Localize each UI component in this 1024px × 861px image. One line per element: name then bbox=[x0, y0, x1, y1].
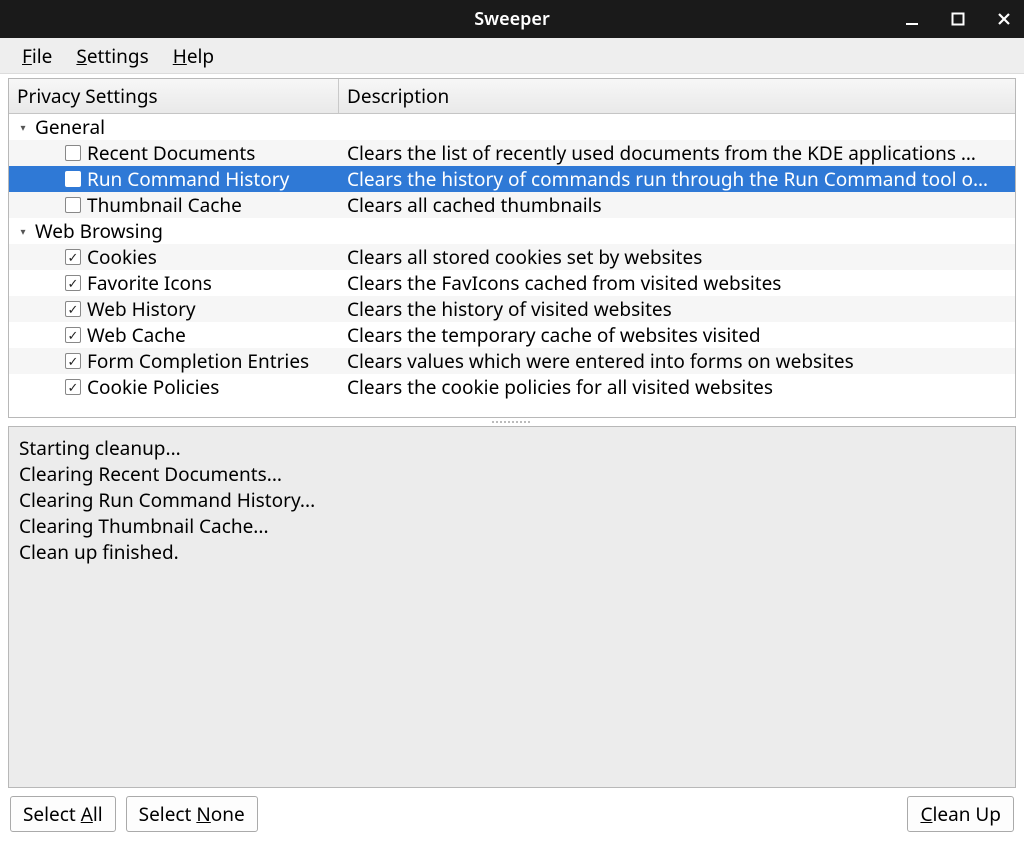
item-label: Web History bbox=[87, 296, 196, 322]
log-line: Clearing Thumbnail Cache... bbox=[19, 513, 1005, 539]
log-line: Clearing Run Command History... bbox=[19, 487, 1005, 513]
select-none-button[interactable]: Select None bbox=[126, 796, 258, 832]
checkbox[interactable] bbox=[65, 145, 81, 161]
checkbox[interactable]: ✓ bbox=[65, 379, 81, 395]
item-description: Clears the history of commands run throu… bbox=[339, 166, 1015, 192]
item-name-cell: ✓ Favorite Icons bbox=[9, 270, 339, 296]
menu-file-rest: ile bbox=[32, 43, 53, 69]
tree-item[interactable]: ✓ Form Completion Entries Clears values wh… bbox=[9, 348, 1015, 374]
item-label: Recent Documents bbox=[87, 140, 255, 166]
expand-icon[interactable]: ▾ bbox=[15, 119, 31, 135]
item-name-cell: Run Command History bbox=[9, 166, 339, 192]
privacy-settings-tree: Privacy Settings Description ▾GeneralRec… bbox=[8, 78, 1016, 418]
tree-item[interactable]: Recent Documents Clears the list of recen… bbox=[9, 140, 1015, 166]
item-label: Cookies bbox=[87, 244, 157, 270]
splitter-handle[interactable] bbox=[8, 418, 1016, 426]
item-name-cell: ✓ Web History bbox=[9, 296, 339, 322]
log-line: Clean up finished. bbox=[19, 539, 1005, 565]
checkbox[interactable]: ✓ bbox=[65, 249, 81, 265]
group-cell: ▾Web Browsing bbox=[9, 218, 339, 244]
checkbox[interactable] bbox=[65, 171, 81, 187]
item-label: Run Command History bbox=[87, 166, 289, 192]
window-title: Sweeper bbox=[474, 7, 550, 31]
tree-header: Privacy Settings Description bbox=[9, 79, 1015, 114]
item-description: Clears all stored cookies set by website… bbox=[339, 244, 1015, 270]
checkbox[interactable] bbox=[65, 197, 81, 213]
group-cell: ▾General bbox=[9, 114, 339, 140]
item-label: Thumbnail Cache bbox=[87, 192, 242, 218]
item-description: Clears the history of visited websites bbox=[339, 296, 1015, 322]
tree-body: ▾GeneralRecent DocumentsClears the list … bbox=[9, 114, 1015, 417]
menu-file[interactable]: File bbox=[10, 39, 64, 73]
splitter-grip-icon bbox=[492, 421, 532, 423]
tree-item[interactable]: ✓ Web History Clears the history of visite… bbox=[9, 296, 1015, 322]
item-description: Clears the FavIcons cached from visited … bbox=[339, 270, 1015, 296]
column-header-description[interactable]: Description bbox=[339, 79, 1015, 113]
item-description: Clears the cookie policies for all visit… bbox=[339, 374, 1015, 400]
item-description: Clears values which were entered into fo… bbox=[339, 348, 1015, 374]
tree-item[interactable]: Run Command History Clears the history of… bbox=[9, 166, 1015, 192]
titlebar: Sweeper bbox=[0, 0, 1024, 38]
menu-help[interactable]: Help bbox=[161, 39, 226, 73]
close-button[interactable] bbox=[990, 5, 1018, 33]
item-description: Clears all cached thumbnails bbox=[339, 192, 1015, 218]
tree-item[interactable]: ✓ Cookies Clears all stored cookies set by… bbox=[9, 244, 1015, 270]
group-label: General bbox=[35, 114, 105, 140]
item-name-cell: ✓ Cookies bbox=[9, 244, 339, 270]
checkbox[interactable]: ✓ bbox=[65, 301, 81, 317]
menu-settings-rest: ettings bbox=[87, 43, 149, 69]
expand-icon[interactable]: ▾ bbox=[15, 223, 31, 239]
item-name-cell: Thumbnail Cache bbox=[9, 192, 339, 218]
item-name-cell: ✓ Cookie Policies bbox=[9, 374, 339, 400]
select-all-button[interactable]: Select All bbox=[10, 796, 116, 832]
item-label: Favorite Icons bbox=[87, 270, 212, 296]
item-description: Clears the temporary cache of websites v… bbox=[339, 322, 1015, 348]
item-name-cell: Recent Documents bbox=[9, 140, 339, 166]
minimize-button[interactable] bbox=[898, 5, 926, 33]
menu-settings[interactable]: Settings bbox=[64, 39, 160, 73]
checkbox[interactable]: ✓ bbox=[65, 353, 81, 369]
item-name-cell: ✓ Web Cache bbox=[9, 322, 339, 348]
window-controls bbox=[898, 5, 1024, 33]
column-header-privacy-settings[interactable]: Privacy Settings bbox=[9, 79, 339, 113]
tree-item[interactable]: ✓ Web Cache Clears the temporary cache of … bbox=[9, 322, 1015, 348]
log-line: Clearing Recent Documents... bbox=[19, 461, 1005, 487]
checkbox[interactable]: ✓ bbox=[65, 275, 81, 291]
clean-up-button[interactable]: Clean Up bbox=[907, 796, 1014, 832]
group-label: Web Browsing bbox=[35, 218, 163, 244]
tree-item[interactable]: Thumbnail Cache Clears all cached thumbna… bbox=[9, 192, 1015, 218]
checkbox[interactable]: ✓ bbox=[65, 327, 81, 343]
log-output: Starting cleanup...Clearing Recent Docum… bbox=[8, 426, 1016, 788]
menubar: File Settings Help bbox=[0, 38, 1024, 74]
item-label: Web Cache bbox=[87, 322, 186, 348]
button-bar: Select All Select None Clean Up bbox=[0, 788, 1024, 842]
item-name-cell: ✓ Form Completion Entries bbox=[9, 348, 339, 374]
tree-item[interactable]: ✓ Cookie Policies Clears the cookie polici… bbox=[9, 374, 1015, 400]
menu-help-rest: elp bbox=[187, 43, 214, 69]
maximize-button[interactable] bbox=[944, 5, 972, 33]
item-description: Clears the list of recently used documen… bbox=[339, 140, 1015, 166]
log-line: Starting cleanup... bbox=[19, 435, 1005, 461]
tree-item[interactable]: ✓ Favorite Icons Clears the FavIcons cache… bbox=[9, 270, 1015, 296]
item-label: Cookie Policies bbox=[87, 374, 219, 400]
tree-group[interactable]: ▾Web Browsing bbox=[9, 218, 1015, 244]
item-label: Form Completion Entries bbox=[87, 348, 309, 374]
tree-group[interactable]: ▾General bbox=[9, 114, 1015, 140]
